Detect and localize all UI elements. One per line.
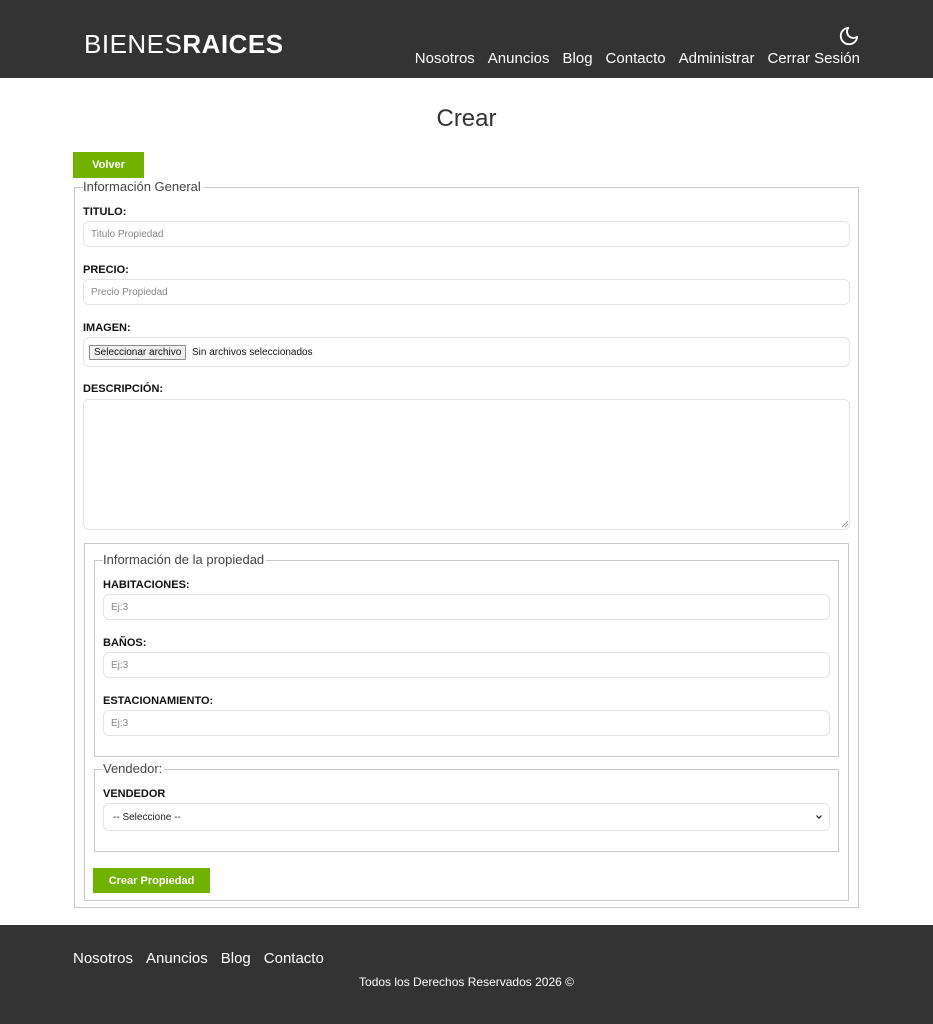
seller-legend: Vendedor: bbox=[103, 761, 165, 777]
footer-link-anuncios[interactable]: Anuncios bbox=[146, 950, 208, 968]
page-title: Crear bbox=[436, 105, 497, 132]
moon-icon[interactable] bbox=[838, 25, 860, 47]
general-info-legend: Información General bbox=[83, 179, 203, 195]
footer-link-blog[interactable]: Blog bbox=[221, 950, 251, 968]
property-info-legend: Información de la propiedad bbox=[103, 552, 267, 568]
logo-light-text: BIENES bbox=[84, 29, 183, 59]
nav-link-blog[interactable]: Blog bbox=[563, 50, 593, 68]
footer-link-contacto[interactable]: Contacto bbox=[264, 950, 324, 968]
back-button[interactable]: Volver bbox=[73, 152, 144, 178]
file-status-text: Sin archivos seleccionados bbox=[192, 347, 313, 358]
site-logo[interactable]: BIENESRAICES bbox=[84, 29, 284, 59]
main-nav: Nosotros Anuncios Blog Contacto Administ… bbox=[415, 50, 860, 68]
vendedor-select[interactable]: -- Seleccione -- bbox=[103, 803, 830, 831]
precio-label: PRECIO: bbox=[83, 264, 129, 276]
footer-link-nosotros[interactable]: Nosotros bbox=[73, 950, 133, 968]
nav-link-nosotros[interactable]: Nosotros bbox=[415, 50, 475, 68]
nav-link-anuncios[interactable]: Anuncios bbox=[488, 50, 550, 68]
footer-nav: Nosotros Anuncios Blog Contacto bbox=[73, 950, 324, 968]
site-footer: Nosotros Anuncios Blog Contacto Todos lo… bbox=[0, 925, 933, 1024]
site-header: BIENESRAICES Nosotros Anuncios Blog Cont… bbox=[0, 0, 933, 78]
vendedor-selected-value: -- Seleccione -- bbox=[113, 811, 181, 823]
create-property-button[interactable]: Crear Propiedad bbox=[93, 868, 210, 893]
select-file-button[interactable]: Seleccionar archivo bbox=[89, 345, 187, 360]
banos-label: BAÑOS: bbox=[103, 637, 147, 649]
habitaciones-label: HABITACIONES: bbox=[103, 579, 190, 591]
nav-link-administrar[interactable]: Administrar bbox=[679, 50, 755, 68]
titulo-label: TITULO: bbox=[83, 206, 127, 218]
estacionamiento-input[interactable]: Ej:3 bbox=[103, 710, 830, 736]
imagen-label: IMAGEN: bbox=[83, 322, 131, 334]
resize-handle-icon[interactable] bbox=[841, 520, 849, 528]
estacionamiento-label: ESTACIONAMIENTO: bbox=[103, 695, 214, 707]
logo-bold-text: RAICES bbox=[182, 29, 284, 59]
descripcion-label: DESCRIPCIÓN: bbox=[83, 383, 164, 395]
titulo-input[interactable]: Titulo Propiedad bbox=[83, 221, 850, 247]
chevron-down-icon bbox=[816, 815, 822, 820]
habitaciones-input[interactable]: Ej:3 bbox=[103, 594, 830, 620]
descripcion-textarea[interactable] bbox=[83, 399, 850, 530]
nav-link-contacto[interactable]: Contacto bbox=[606, 50, 666, 68]
precio-input[interactable]: Precio Propiedad bbox=[83, 279, 850, 305]
banos-input[interactable]: Ej:3 bbox=[103, 652, 830, 678]
copyright-text: Todos los Derechos Reservados 2026 © bbox=[359, 975, 574, 989]
vendedor-label: VENDEDOR bbox=[103, 788, 166, 800]
nav-link-cerrar-sesion[interactable]: Cerrar Sesión bbox=[767, 50, 860, 68]
